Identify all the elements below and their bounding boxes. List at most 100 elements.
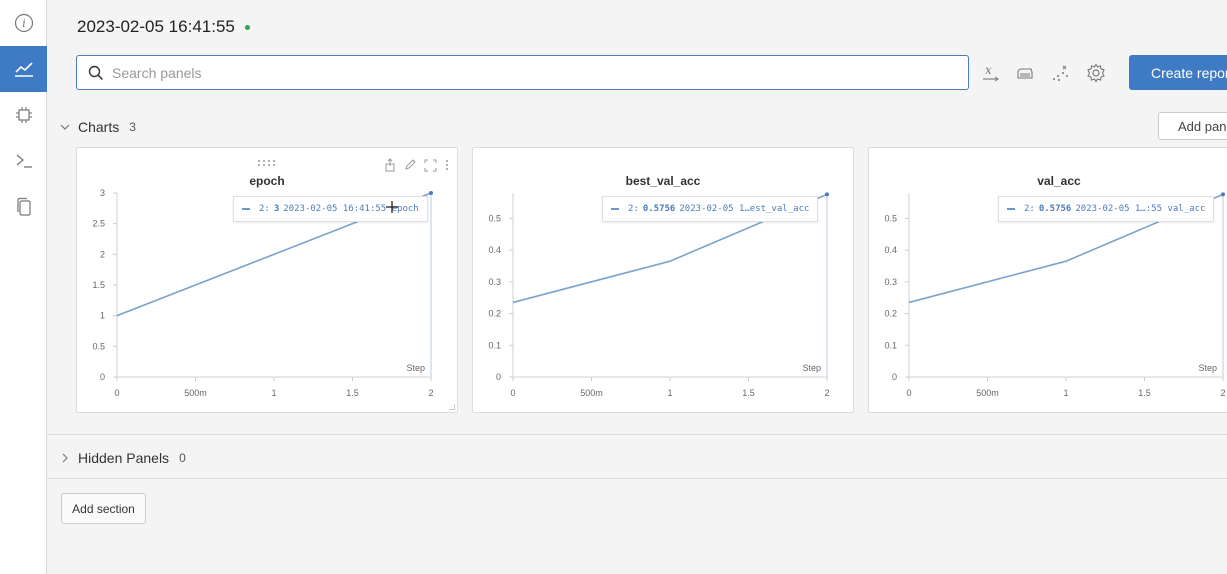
y-tick-label: 0 xyxy=(496,372,501,382)
chart-panel-val-acc[interactable]: val_acc 0 500m 1 1.5 2 0 0.1 0.2 0.3 0.4 0.5 Step 2… xyxy=(868,147,1227,413)
chevron-down-icon xyxy=(60,124,70,130)
sidebar: i xyxy=(0,0,47,574)
search-bar xyxy=(76,55,969,90)
outliers-icon xyxy=(1053,65,1068,81)
chart-tooltip: 2: 0.5756 2023-02-05 1…est_val_acc xyxy=(602,196,819,222)
chart-tooltip: 2: 0.5756 2023-02-05 1…:55 val_acc xyxy=(998,196,1215,222)
y-axis: 0 0.1 0.2 0.3 0.4 0.5 xyxy=(884,193,910,382)
chart-plot: 0 500m 1 1.5 2 0 0.5 1 1.5 2 2.5 3 Step xyxy=(92,188,434,398)
chart-panel-best-val-acc[interactable]: best_val_acc 0 500m 1 1.5 2 0 0.1 0.2 0.3 0.4 0.5 S… xyxy=(472,147,854,413)
y-axis: 0 0.5 1 1.5 2 2.5 3 xyxy=(92,188,118,382)
run-name: 2023-02-05 16:41:55 xyxy=(77,17,235,36)
hidden-panels-label: Hidden Panels xyxy=(78,450,170,466)
outliers-button[interactable] xyxy=(1050,62,1072,84)
y-tick-label: 1 xyxy=(100,311,105,321)
smoothing-icon xyxy=(1017,68,1033,79)
section-divider xyxy=(47,478,1227,479)
x-axis: 0 500m 1 1.5 2 xyxy=(510,376,830,398)
chart-icon xyxy=(14,62,33,77)
gear-icon xyxy=(1087,63,1105,83)
add-panel-button[interactable]: Add panel xyxy=(1158,112,1227,140)
files-icon xyxy=(16,197,31,216)
x-tick-label: 0 xyxy=(906,388,911,398)
x-axis-label: Step xyxy=(406,363,425,373)
y-tick-label: 0.4 xyxy=(488,245,501,255)
x-tick-label: 500m xyxy=(580,388,603,398)
sidebar-item-logs[interactable] xyxy=(0,138,47,184)
settings-button[interactable] xyxy=(1085,62,1107,84)
tooltip-value: 0.5756 xyxy=(642,204,676,214)
tooltip-label: 2023-02-05 1…:55 val_acc xyxy=(1075,204,1206,214)
svg-text:x: x xyxy=(985,63,992,77)
chart-panel-epoch[interactable]: epoch 0 500m 1 1.5 2 0 0.5 1 1.5 2 2.5 3 Step 2: 3 2… xyxy=(76,147,458,413)
y-tick-label: 2 xyxy=(100,249,105,259)
sidebar-item-files[interactable] xyxy=(0,184,47,230)
create-report-button[interactable]: Create report xyxy=(1129,55,1227,90)
tooltip-label: 2023-02-05 1…est_val_acc xyxy=(679,204,810,214)
y-tick-label: 2.5 xyxy=(92,219,105,229)
x-axis: 0 500m 1 1.5 2 xyxy=(114,376,434,398)
x-tick-label: 1 xyxy=(271,388,276,398)
terminal-icon xyxy=(16,154,32,168)
charts-section-toggle[interactable]: Charts 3 xyxy=(60,119,136,135)
x-axis-button[interactable]: x xyxy=(980,62,1002,84)
charts-section-count: 3 xyxy=(129,120,136,134)
charts-section-label: Charts xyxy=(78,119,120,135)
data-point xyxy=(825,192,829,197)
sidebar-item-system[interactable] xyxy=(0,92,47,138)
add-section-button[interactable]: Add section xyxy=(61,493,146,524)
svg-text:i: i xyxy=(22,17,26,30)
tooltip-value: 3 xyxy=(273,204,280,214)
x-axis-icon: x xyxy=(983,63,999,82)
data-point xyxy=(429,191,433,195)
x-tick-label: 2 xyxy=(428,388,433,398)
x-tick-label: 2 xyxy=(1220,388,1225,398)
y-tick-label: 0 xyxy=(892,372,897,382)
x-tick-label: 500m xyxy=(184,388,207,398)
tooltip-run: 2: xyxy=(259,204,270,214)
y-tick-label: 0.5 xyxy=(884,213,897,223)
y-axis: 0 0.1 0.2 0.3 0.4 0.5 xyxy=(488,193,514,382)
tooltip-run: 2: xyxy=(628,204,639,214)
hidden-panels-toggle[interactable]: Hidden Panels 0 xyxy=(60,450,186,466)
x-tick-label: 0 xyxy=(510,388,515,398)
section-divider xyxy=(47,434,1227,435)
y-tick-label: 0 xyxy=(100,372,105,382)
x-tick-label: 2 xyxy=(824,388,829,398)
resize-handle-icon[interactable] xyxy=(449,404,455,410)
tooltip-swatch xyxy=(242,208,250,210)
x-tick-label: 1.5 xyxy=(346,388,359,398)
crosshair-cursor-icon xyxy=(386,201,398,213)
run-title: 2023-02-05 16:41:55 xyxy=(77,17,250,37)
tooltip-value: 0.5756 xyxy=(1038,204,1072,214)
search-icon xyxy=(88,65,104,80)
tooltip-swatch xyxy=(611,208,619,210)
x-axis: 0 500m 1 1.5 2 xyxy=(906,376,1226,398)
y-tick-label: 0.5 xyxy=(92,341,105,351)
x-axis-label: Step xyxy=(802,363,821,373)
sidebar-item-charts[interactable] xyxy=(0,46,47,92)
x-tick-label: 500m xyxy=(976,388,999,398)
chart-plot: 0 500m 1 1.5 2 0 0.1 0.2 0.3 0.4 0.5 Step xyxy=(884,192,1226,398)
y-tick-label: 0.3 xyxy=(884,277,897,287)
x-tick-label: 1 xyxy=(667,388,672,398)
smoothing-button[interactable] xyxy=(1014,62,1036,84)
info-icon: i xyxy=(14,13,33,33)
y-tick-label: 0.1 xyxy=(884,340,897,350)
y-tick-label: 1.5 xyxy=(92,280,105,290)
x-tick-label: 0 xyxy=(114,388,119,398)
run-status-dot xyxy=(244,24,250,30)
tooltip-swatch xyxy=(1007,208,1015,210)
chip-icon xyxy=(15,107,32,123)
x-axis-label: Step xyxy=(1198,363,1217,373)
sidebar-item-overview[interactable]: i xyxy=(0,0,47,46)
y-tick-label: 0.1 xyxy=(488,340,501,350)
x-tick-label: 1 xyxy=(1063,388,1068,398)
y-tick-label: 0.3 xyxy=(488,277,501,287)
chart-plot: 0 500m 1 1.5 2 0 0.1 0.2 0.3 0.4 0.5 Step xyxy=(488,192,830,398)
y-tick-label: 0.2 xyxy=(488,309,501,319)
x-tick-label: 1.5 xyxy=(1138,388,1151,398)
tooltip-run: 2: xyxy=(1024,204,1035,214)
search-input[interactable] xyxy=(112,64,932,81)
y-tick-label: 0.5 xyxy=(488,213,501,223)
